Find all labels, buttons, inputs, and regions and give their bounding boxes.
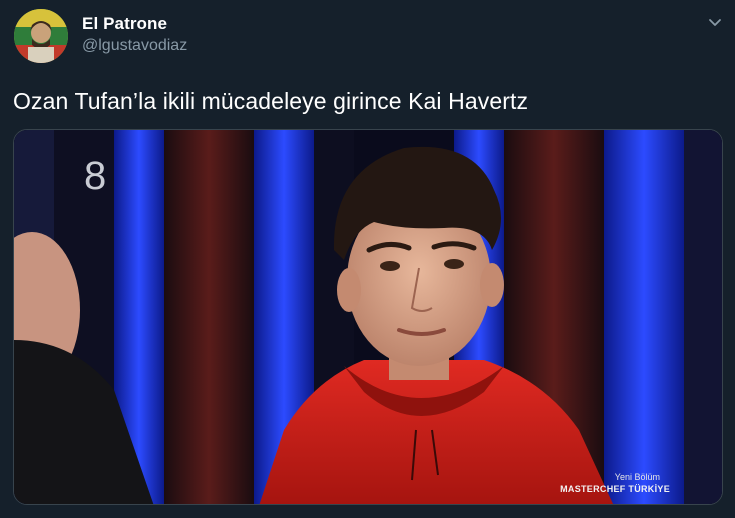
tweet-card: El Patrone @lgustavodiaz Ozan Tufan’la i… (0, 0, 735, 518)
tweet-media-image[interactable]: 8 Yeni Bölüm MASTERCHEF TÜRKİYE (13, 129, 723, 505)
photo-illustration (14, 130, 722, 504)
avatar-image (14, 9, 68, 63)
user-avatar[interactable] (14, 9, 68, 63)
watermark-episode: Yeni Bölüm (614, 472, 660, 482)
watermark-brand: MASTERCHEF TÜRKİYE (560, 484, 670, 494)
stage-number: 8 (84, 154, 107, 198)
user-handle[interactable]: @lgustavodiaz (82, 37, 187, 55)
chevron-down-icon[interactable] (705, 12, 725, 32)
tweet-text: Ozan Tufan’la ikili mücadeleye girince K… (13, 88, 529, 114)
display-name[interactable]: El Patrone (82, 14, 167, 34)
